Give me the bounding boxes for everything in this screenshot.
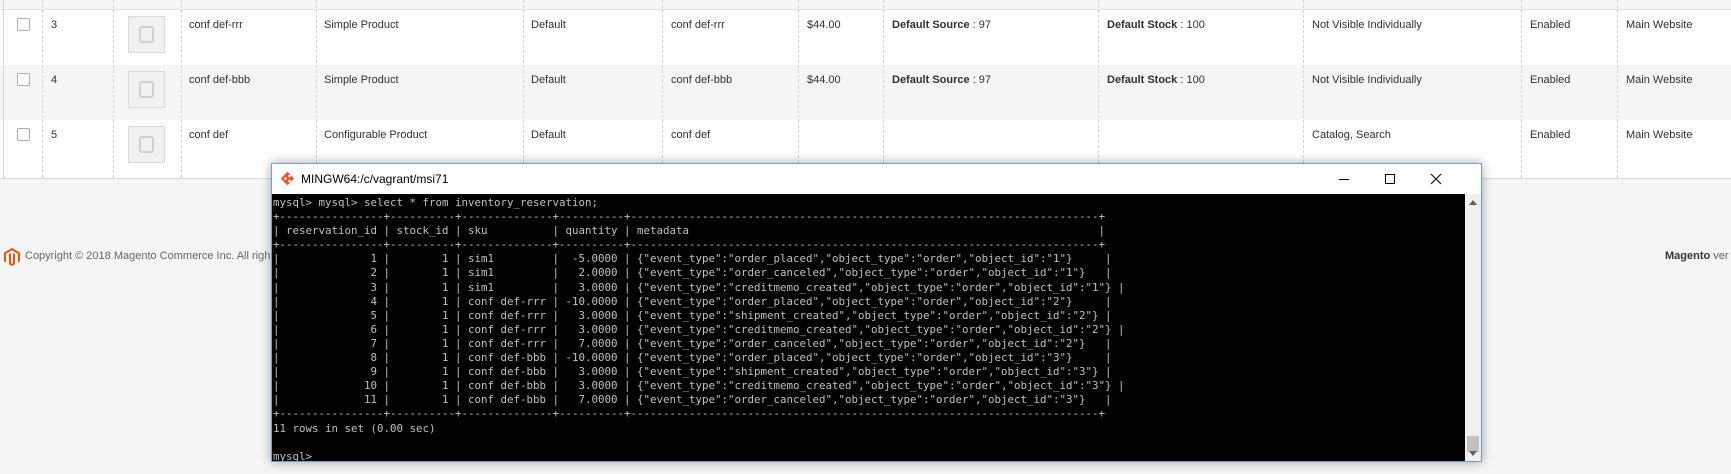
source-qty: : 97	[969, 74, 992, 86]
cell-type: Simple Product	[324, 19, 399, 31]
table-row[interactable]: 4 conf def-bbb Simple Product Default co…	[0, 65, 1731, 120]
footer-brand: Magento	[1665, 250, 1711, 262]
cell-salable-quantity: Default Stock : 100	[1107, 10, 1205, 65]
row-checkbox[interactable]	[17, 73, 30, 86]
terminal-console[interactable]: mysql> mysql> select * from inventory_re…	[272, 194, 1465, 461]
git-bash-icon	[280, 171, 295, 186]
terminal-scrollbar[interactable]	[1465, 194, 1481, 461]
minimize-icon	[1339, 179, 1349, 180]
terminal-title: MINGW64:/c/vagrant/msi71	[301, 172, 449, 186]
grid-row-partial	[0, 0, 1731, 10]
product-thumbnail	[128, 16, 165, 53]
source-qty: : 97	[969, 19, 992, 31]
cell-quantity-per-source: Default Source : 97	[892, 65, 991, 120]
stock-qty: : 100	[1177, 19, 1205, 31]
column-divider	[1303, 0, 1304, 178]
column-divider	[883, 0, 884, 178]
product-thumbnail	[128, 71, 165, 108]
maximize-button[interactable]	[1367, 164, 1413, 194]
cell-attribute-set: Default	[531, 19, 566, 31]
column-divider	[662, 0, 663, 178]
stock-qty: : 100	[1177, 74, 1205, 86]
cell-id: 3	[51, 19, 58, 31]
cell-website: Main Website	[1626, 129, 1693, 141]
magento-logo-icon	[4, 248, 20, 266]
terminal-titlebar[interactable]: MINGW64:/c/vagrant/msi71	[272, 164, 1481, 194]
product-thumbnail	[128, 126, 165, 163]
terminal-window[interactable]: MINGW64:/c/vagrant/msi71 mysql> mysql> s…	[271, 163, 1482, 462]
column-divider	[1098, 0, 1099, 178]
minimize-button[interactable]	[1321, 164, 1367, 194]
cell-status: Enabled	[1530, 19, 1571, 31]
cell-website: Main Website	[1626, 74, 1693, 86]
close-icon	[1430, 173, 1442, 185]
column-divider	[42, 0, 43, 178]
cell-visibility: Not Visible Individually	[1312, 19, 1422, 31]
close-button[interactable]	[1413, 164, 1459, 194]
cell-quantity-per-source: Default Source : 97	[892, 10, 991, 65]
cell-price: $44.00	[807, 74, 841, 86]
cell-name: conf def-rrr	[189, 19, 243, 31]
column-divider	[523, 0, 524, 178]
chevron-down-icon	[1469, 450, 1477, 456]
cell-type: Simple Product	[324, 74, 399, 86]
cell-name: conf def	[189, 129, 229, 141]
cell-id: 4	[51, 74, 58, 86]
cell-website: Main Website	[1626, 19, 1693, 31]
column-divider	[1521, 0, 1522, 178]
cell-attribute-set: Default	[531, 74, 566, 86]
row-checkbox[interactable]	[17, 128, 30, 141]
scroll-down-button[interactable]	[1465, 445, 1481, 461]
footer-version-text: ver	[1710, 250, 1729, 262]
column-divider	[798, 0, 799, 178]
cell-name: conf def-bbb	[189, 74, 251, 86]
source-label: Default Source	[892, 19, 970, 31]
cell-sku: conf def-bbb	[671, 74, 733, 86]
cell-price: $44.00	[807, 19, 841, 31]
column-divider	[181, 0, 182, 178]
cell-status: Enabled	[1530, 74, 1571, 86]
cell-status: Enabled	[1530, 129, 1571, 141]
row-checkbox[interactable]	[17, 18, 30, 31]
column-divider	[316, 0, 317, 178]
column-divider	[113, 0, 114, 178]
stock-label: Default Stock	[1107, 19, 1178, 31]
footer-version: Magento ver	[1665, 250, 1729, 262]
product-grid: 3 conf def-rrr Simple Product Default co…	[0, 0, 1731, 179]
chevron-up-icon	[1469, 199, 1477, 205]
table-row[interactable]: 3 conf def-rrr Simple Product Default co…	[0, 10, 1731, 65]
cell-sku: conf def-rrr	[671, 19, 725, 31]
column-divider	[3, 0, 4, 178]
cell-id: 5	[51, 129, 58, 141]
terminal-output: mysql> mysql> select * from inventory_re…	[273, 196, 1125, 461]
cell-visibility: Not Visible Individually	[1312, 74, 1422, 86]
column-divider	[1617, 0, 1618, 178]
maximize-icon	[1385, 174, 1395, 184]
stock-label: Default Stock	[1107, 74, 1178, 86]
scroll-up-button[interactable]	[1465, 194, 1481, 210]
cell-salable-quantity: Default Stock : 100	[1107, 65, 1205, 120]
source-label: Default Source	[892, 74, 970, 86]
